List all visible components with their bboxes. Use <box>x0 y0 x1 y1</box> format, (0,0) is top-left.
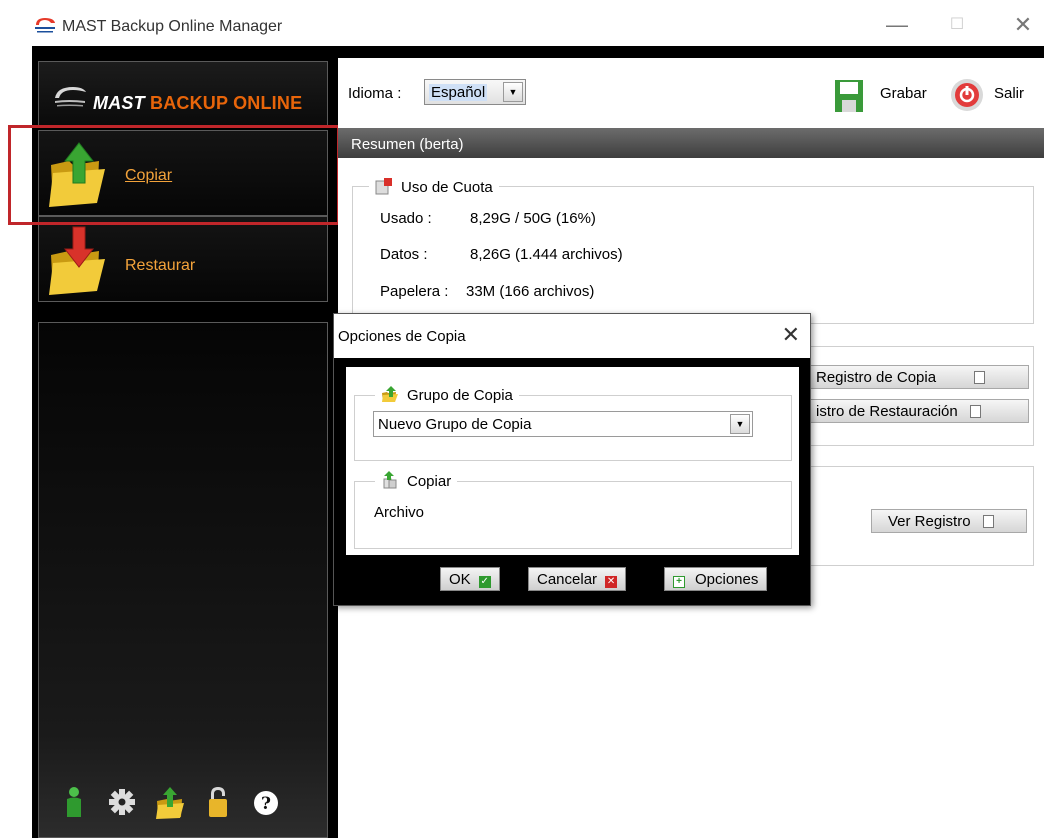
sidebar-toolbar: ? <box>39 785 327 821</box>
dialog-titlebar: Opciones de Copia ✕ <box>334 314 810 358</box>
quota-title-text: Uso de Cuota <box>401 179 493 196</box>
ok-button[interactable]: OK ✓ <box>440 567 500 591</box>
quota-group: Uso de Cuota Usado : 8,29G / 50G (16%) D… <box>352 177 1034 324</box>
exit-button[interactable]: Salir <box>994 85 1024 102</box>
dialog-body: Grupo de Copia Nuevo Grupo de Copia ▼ Co… <box>346 367 799 555</box>
view-log-group: Ver Registro <box>808 466 1034 566</box>
backup-log-label: Registro de Copia <box>816 369 937 386</box>
backup-group-select[interactable]: Nuevo Grupo de Copia ▼ <box>373 411 753 437</box>
language-select[interactable]: Español ▼ <box>424 79 526 105</box>
maximize-button[interactable]: ☐ <box>942 12 972 38</box>
backup-group-title: Grupo de Copia <box>375 385 519 404</box>
backup-options-dialog: Opciones de Copia ✕ Grupo de Copia Nuevo… <box>333 313 811 606</box>
restore-log-button[interactable]: istro de Restauración <box>809 399 1029 423</box>
logo-swoosh-icon <box>55 87 86 107</box>
folder-upload-icon <box>382 386 398 402</box>
window-titlebar: MAST Backup Online Manager — ☐ ✕ <box>0 0 1044 46</box>
app-logo-icon <box>35 18 55 33</box>
gear-icon[interactable] <box>107 785 137 819</box>
view-log-label: Ver Registro <box>888 513 971 530</box>
language-value: Español <box>429 84 488 101</box>
folder-transfer-icon[interactable] <box>155 785 185 819</box>
cancel-button[interactable]: Cancelar ✕ <box>528 567 627 591</box>
cancel-label: Cancelar <box>537 571 598 588</box>
options-label: Opciones <box>695 571 759 588</box>
quota-icon <box>375 178 392 195</box>
sidebar-item-label: Restaurar <box>125 257 196 274</box>
document-icon <box>974 371 986 384</box>
copiar-highlight-box <box>8 125 340 225</box>
copy-group-title: Copiar <box>375 471 458 490</box>
logo-backup-online: BACKUP ONLINE <box>150 93 303 113</box>
trash-label: Papelera : <box>380 283 449 300</box>
options-button[interactable]: + Opciones <box>664 567 768 591</box>
ok-label: OK <box>449 571 471 588</box>
user-icon[interactable] <box>59 785 89 819</box>
top-toolbar: Idioma : Español ▼ Grabar Salir <box>338 58 1044 124</box>
save-icon[interactable] <box>834 78 864 114</box>
minimize-button[interactable]: — <box>882 12 912 38</box>
copy-group-title-text: Copiar <box>407 473 452 490</box>
document-icon <box>969 405 981 418</box>
summary-header: Resumen (berta) <box>338 128 1044 158</box>
chevron-down-icon[interactable]: ▼ <box>730 414 750 434</box>
logo-mast: MAST <box>93 93 145 113</box>
backup-group-value: Nuevo Grupo de Copia <box>378 416 532 433</box>
backup-group-title-text: Grupo de Copia <box>407 387 513 404</box>
document-icon <box>982 515 994 528</box>
logo-text: MAST BACKUP ONLINE <box>93 93 302 114</box>
quota-title: Uso de Cuota <box>369 177 499 196</box>
backup-log-button[interactable]: Registro de Copia <box>809 365 1029 389</box>
copy-arrow-icon <box>383 471 397 489</box>
language-label: Idioma : <box>348 85 402 102</box>
data-value: 8,26G (1.444 archivos) <box>470 246 623 263</box>
dialog-title: Opciones de Copia <box>338 328 466 345</box>
check-icon: ✓ <box>478 576 491 588</box>
svg-text:?: ? <box>261 794 271 814</box>
lock-icon[interactable] <box>203 785 233 819</box>
save-button[interactable]: Grabar <box>880 85 927 102</box>
window-title: MAST Backup Online Manager <box>62 18 283 35</box>
sidebar-item-restaurar[interactable]: Restaurar <box>38 216 328 302</box>
view-log-button[interactable]: Ver Registro <box>871 509 1027 533</box>
copy-item-text: Archivo <box>374 504 425 521</box>
used-value: 8,29G / 50G (16%) <box>470 210 596 227</box>
data-label: Datos : <box>380 246 428 263</box>
restore-log-label: istro de Restauración <box>816 403 958 420</box>
brand-logo: MAST BACKUP ONLINE <box>38 61 328 127</box>
help-icon[interactable]: ? <box>251 785 281 819</box>
logs-group: Registro de Copia istro de Restauración <box>808 346 1034 446</box>
dialog-close-button[interactable]: ✕ <box>782 322 800 348</box>
chevron-down-icon[interactable]: ▼ <box>503 82 523 102</box>
used-label: Usado : <box>380 210 432 227</box>
trash-value: 33M (166 archivos) <box>466 283 595 300</box>
close-icon: ✕ <box>605 576 618 588</box>
plus-icon: + <box>673 576 685 588</box>
folder-download-icon <box>49 226 105 295</box>
close-window-button[interactable]: ✕ <box>1008 12 1038 38</box>
sidebar-panel: ? <box>38 322 328 838</box>
exit-icon[interactable] <box>950 78 984 112</box>
